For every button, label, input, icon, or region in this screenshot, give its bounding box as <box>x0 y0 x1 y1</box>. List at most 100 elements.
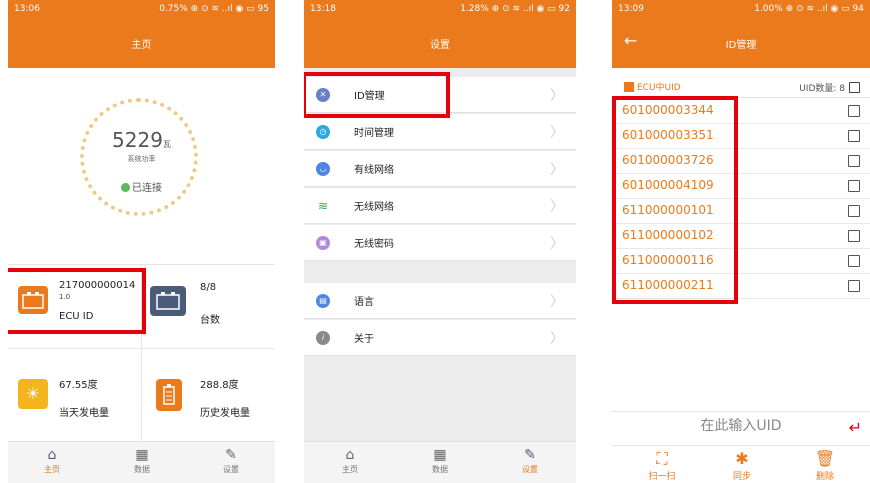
chevron-right-icon: 〉 <box>550 235 564 252</box>
status-indicators: 0.75% ⊕ ⊙ ≋ ..ıl ◉ ▭ 95 <box>159 4 269 14</box>
highlight-box <box>304 72 450 118</box>
settings-item-label: 关于 <box>354 334 374 345</box>
status-time: 13:06 <box>14 4 40 14</box>
nav-home-label: 主页 <box>342 465 358 474</box>
wrench-icon: ✎ <box>524 447 536 463</box>
power-value: 5229 <box>112 128 163 152</box>
today-energy-tile[interactable]: ☀ 67.55度 当天发电量 <box>8 349 141 433</box>
highlight-box <box>612 96 738 304</box>
history-energy-value: 288.8度 <box>200 380 239 391</box>
keyboard-icon: ▤ <box>316 293 330 308</box>
settings-item-about[interactable]: i 关于 〉 <box>304 320 576 356</box>
uid-list-header: ECU中UID UID数量: 8 <box>612 76 870 98</box>
sync-icon: ✱ <box>735 449 749 468</box>
status-time: 13:09 <box>618 4 644 14</box>
settings-screen: 13:18 1.28% ⊕ ⊙ ≋ ..ıl ◉ ▭ 92 设置 ✕ ID管理 … <box>304 0 576 483</box>
bottom-nav: ⌂ 主页 ▦ 数据 ✎ 设置 <box>8 441 275 483</box>
delete-button[interactable]: 🗑 删除 <box>800 449 850 482</box>
network-icon: ◡ <box>316 161 330 176</box>
ecu-square-icon <box>624 81 634 92</box>
today-energy-value: 67.55度 <box>59 380 98 391</box>
settings-item-label: 无线密码 <box>354 239 394 250</box>
highlight-box <box>8 268 146 334</box>
uid-input-bar: ↵ <box>612 411 870 446</box>
page-title: 设置 <box>304 18 576 68</box>
sync-label: 同步 <box>732 472 751 482</box>
lock-icon: ▣ <box>316 235 330 250</box>
home-screen: 13:06 0.75% ⊕ ⊙ ≋ ..ıl ◉ ▭ 95 主页 5229瓦 系… <box>8 0 275 483</box>
nav-settings-label: 设置 <box>223 465 239 474</box>
settings-item-label: 时间管理 <box>354 128 394 139</box>
uid-checkbox[interactable] <box>848 105 860 117</box>
history-energy-label: 历史发电量 <box>200 408 250 419</box>
settings-item-wireless-network[interactable]: ≋ 无线网络 〉 <box>304 188 576 224</box>
sync-button[interactable]: ✱ 同步 <box>717 449 767 482</box>
chevron-right-icon: 〉 <box>550 161 564 178</box>
connected-dot-icon <box>121 183 130 192</box>
scan-button[interactable]: ⛶ 扫一扫 <box>637 449 687 482</box>
nav-settings[interactable]: ✎ 设置 <box>500 446 560 475</box>
nav-settings[interactable]: ✎ 设置 <box>201 446 261 475</box>
system-power: 5229瓦 <box>8 128 275 152</box>
scan-label: 扫一扫 <box>648 472 676 482</box>
units-tile[interactable]: 8/8 台数 <box>142 264 275 348</box>
nav-data[interactable]: ▦ 数据 <box>410 446 470 475</box>
scan-icon: ⛶ <box>656 449 668 468</box>
nav-home-label: 主页 <box>44 465 60 474</box>
info-icon: i <box>316 330 330 345</box>
settings-item-time[interactable]: ◷ 时间管理 〉 <box>304 114 576 150</box>
today-energy-label: 当天发电量 <box>59 408 109 419</box>
uid-checkbox[interactable] <box>848 230 860 242</box>
chevron-right-icon: 〉 <box>550 293 564 310</box>
id-management-screen: 13:09 1.00% ⊕ ⊙ ≋ ..ıl ◉ ▭ 94 ← ID管理 ECU… <box>612 0 870 483</box>
settings-item-wireless-password[interactable]: ▣ 无线密码 〉 <box>304 225 576 261</box>
connection-status: 已连接 <box>8 179 275 194</box>
uid-checkbox[interactable] <box>848 130 860 142</box>
uid-count-label: UID数量: 8 <box>799 84 845 94</box>
select-all-checkbox[interactable] <box>849 82 860 93</box>
uid-checkbox[interactable] <box>848 255 860 267</box>
status-indicators: 1.28% ⊕ ⊙ ≋ ..ıl ◉ ▭ 92 <box>460 4 570 14</box>
nav-data[interactable]: ▦ 数据 <box>112 446 172 475</box>
power-label: 系统功率 <box>127 155 156 163</box>
status-bar: 13:09 1.00% ⊕ ⊙ ≋ ..ıl ◉ ▭ 94 <box>612 0 870 18</box>
back-arrow-icon[interactable]: ← <box>624 31 637 50</box>
wrench-icon: ✎ <box>225 447 237 463</box>
grid-icon: ▦ <box>135 447 149 463</box>
nav-data-label: 数据 <box>432 465 448 474</box>
settings-item-wired-network[interactable]: ◡ 有线网络 〉 <box>304 151 576 187</box>
page-title: ← ID管理 <box>612 18 870 68</box>
uid-input[interactable] <box>612 418 870 434</box>
trash-icon: 🗑 <box>814 449 836 468</box>
connection-label: 已连接 <box>132 183 162 194</box>
settings-item-language[interactable]: ▤ 语言 〉 <box>304 283 576 319</box>
enter-arrow-icon[interactable]: ↵ <box>849 418 862 437</box>
uid-checkbox[interactable] <box>848 155 860 167</box>
power-unit: 瓦 <box>162 140 171 149</box>
page-title-text: ID管理 <box>725 39 757 51</box>
home-icon: ⌂ <box>47 447 57 463</box>
nav-home[interactable]: ⌂ 主页 <box>320 446 380 475</box>
units-value: 8/8 <box>200 282 217 293</box>
home-icon: ⌂ <box>345 447 355 463</box>
status-bar: 13:18 1.28% ⊕ ⊙ ≋ ..ıl ◉ ▭ 92 <box>304 0 576 18</box>
uid-count: UID数量: 8 <box>799 81 860 94</box>
uid-checkbox[interactable] <box>848 180 860 192</box>
units-label: 台数 <box>200 315 220 326</box>
battery-icon <box>156 379 182 411</box>
chevron-right-icon: 〉 <box>550 330 564 347</box>
status-indicators: 1.00% ⊕ ⊙ ≋ ..ıl ◉ ▭ 94 <box>754 4 864 14</box>
chevron-right-icon: 〉 <box>550 198 564 215</box>
status-time: 13:18 <box>310 4 336 14</box>
nav-home[interactable]: ⌂ 主页 <box>22 446 82 475</box>
uid-checkbox[interactable] <box>848 280 860 292</box>
page-title: 主页 <box>8 18 275 68</box>
settings-item-label: 语言 <box>354 297 374 308</box>
uid-checkbox[interactable] <box>848 205 860 217</box>
chevron-right-icon: 〉 <box>550 87 564 104</box>
wifi-icon: ≋ <box>317 198 329 213</box>
status-bar: 13:06 0.75% ⊕ ⊙ ≋ ..ıl ◉ ▭ 95 <box>8 0 275 18</box>
sun-icon: ☀ <box>18 379 48 409</box>
bottom-nav: ⌂ 主页 ▦ 数据 ✎ 设置 <box>304 441 576 483</box>
history-energy-tile[interactable]: 288.8度 历史发电量 <box>142 349 275 433</box>
